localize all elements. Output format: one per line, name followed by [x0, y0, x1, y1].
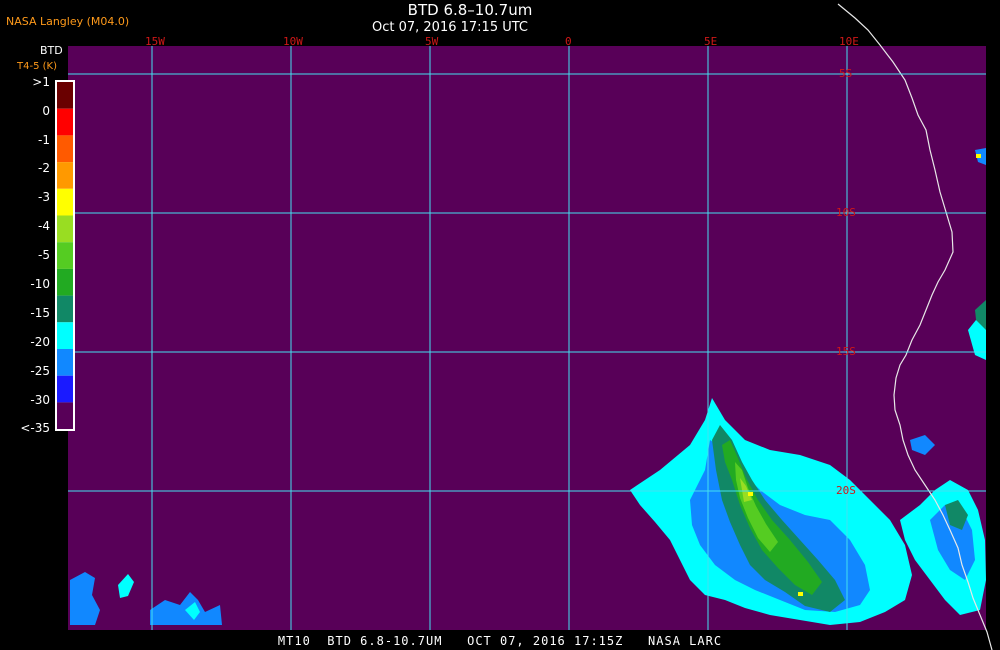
legend-swatch: [57, 375, 73, 403]
legend-title: BTD: [40, 44, 63, 57]
legend-label: -15: [30, 306, 50, 320]
legend-swatch: [57, 322, 73, 349]
legend-swatch: [57, 162, 73, 189]
lat-label-10s: 10S: [836, 206, 856, 219]
legend-swatch: [57, 188, 73, 216]
legend-swatch: [57, 242, 73, 269]
legend-label: -3: [38, 190, 50, 204]
legend-subtitle: T4-5 (K): [17, 61, 57, 72]
legend-label: -25: [30, 364, 50, 378]
lon-label-5e: 5E: [704, 35, 717, 48]
legend-swatch: [57, 349, 73, 376]
legend-label: -4: [38, 219, 50, 233]
legend-label: -10: [30, 277, 50, 291]
legend-colorbar: [55, 80, 75, 431]
lat-label-20s: 20S: [836, 484, 856, 497]
legend-swatch: [57, 268, 73, 296]
footer-caption: MT10 BTD 6.8-10.7UM OCT 07, 2016 17:15Z …: [277, 634, 723, 648]
legend-label: -30: [30, 393, 50, 407]
lon-label-15w: 15W: [145, 35, 165, 48]
legend-swatch: [57, 215, 73, 243]
lat-label-15s: 15S: [836, 345, 856, 358]
legend-label: -20: [30, 335, 50, 349]
lon-label-10e: 10E: [839, 35, 859, 48]
legend-swatch: [57, 295, 73, 323]
satellite-map: 15W 10W 5W 0 5E 10E 5S 10S 15S 20S: [55, 3, 993, 650]
legend-label: 0: [42, 104, 50, 118]
product-title: BTD 6.8–10.7um: [407, 1, 533, 19]
legend-label: <-35: [20, 421, 50, 435]
legend-label: >1: [32, 75, 50, 89]
legend-swatch: [57, 135, 73, 163]
legend-swatch: [57, 108, 73, 136]
lon-label-5w: 5W: [425, 35, 439, 48]
legend-label: -5: [38, 248, 50, 262]
lon-label-0: 0: [565, 35, 572, 48]
legend-swatch: [57, 402, 73, 429]
timestamp: Oct 07, 2016 17:15 UTC: [372, 20, 528, 35]
lon-label-10w: 10W: [283, 35, 303, 48]
legend-label: -1: [38, 133, 50, 147]
legend-label: -2: [38, 161, 50, 175]
lat-label-5s: 5S: [839, 67, 852, 80]
legend-swatch: [57, 82, 73, 109]
